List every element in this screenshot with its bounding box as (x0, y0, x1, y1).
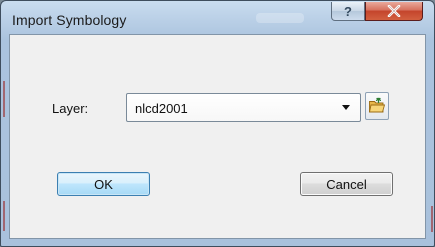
ok-button-label: OK (94, 176, 113, 192)
close-button[interactable] (365, 2, 423, 21)
title-bar[interactable]: Import Symbology ? (1, 1, 434, 35)
background-blur (256, 13, 304, 23)
cancel-button-label: Cancel (326, 176, 367, 192)
window-edge-left-lower (3, 201, 5, 231)
folder-open-icon (368, 97, 386, 113)
window-edge-right (431, 206, 433, 232)
layer-dropdown[interactable]: nlcd2001 (126, 93, 361, 122)
chevron-down-icon[interactable] (342, 105, 350, 110)
dialog-title: Import Symbology (12, 12, 127, 28)
window-edge-left (3, 81, 5, 117)
dialog-body: Layer: nlcd2001 OK Cancel (9, 34, 426, 239)
cancel-button[interactable]: Cancel (300, 172, 393, 196)
layer-label: Layer: (52, 101, 89, 116)
close-x-icon (387, 5, 401, 17)
help-icon: ? (344, 3, 352, 19)
browse-layer-button[interactable] (365, 92, 389, 120)
import-symbology-dialog: Import Symbology ? Layer: nlcd2001 OK Ca… (0, 0, 435, 247)
layer-selected-value: nlcd2001 (135, 101, 188, 116)
help-button[interactable]: ? (331, 2, 365, 21)
ok-button[interactable]: OK (57, 172, 150, 196)
